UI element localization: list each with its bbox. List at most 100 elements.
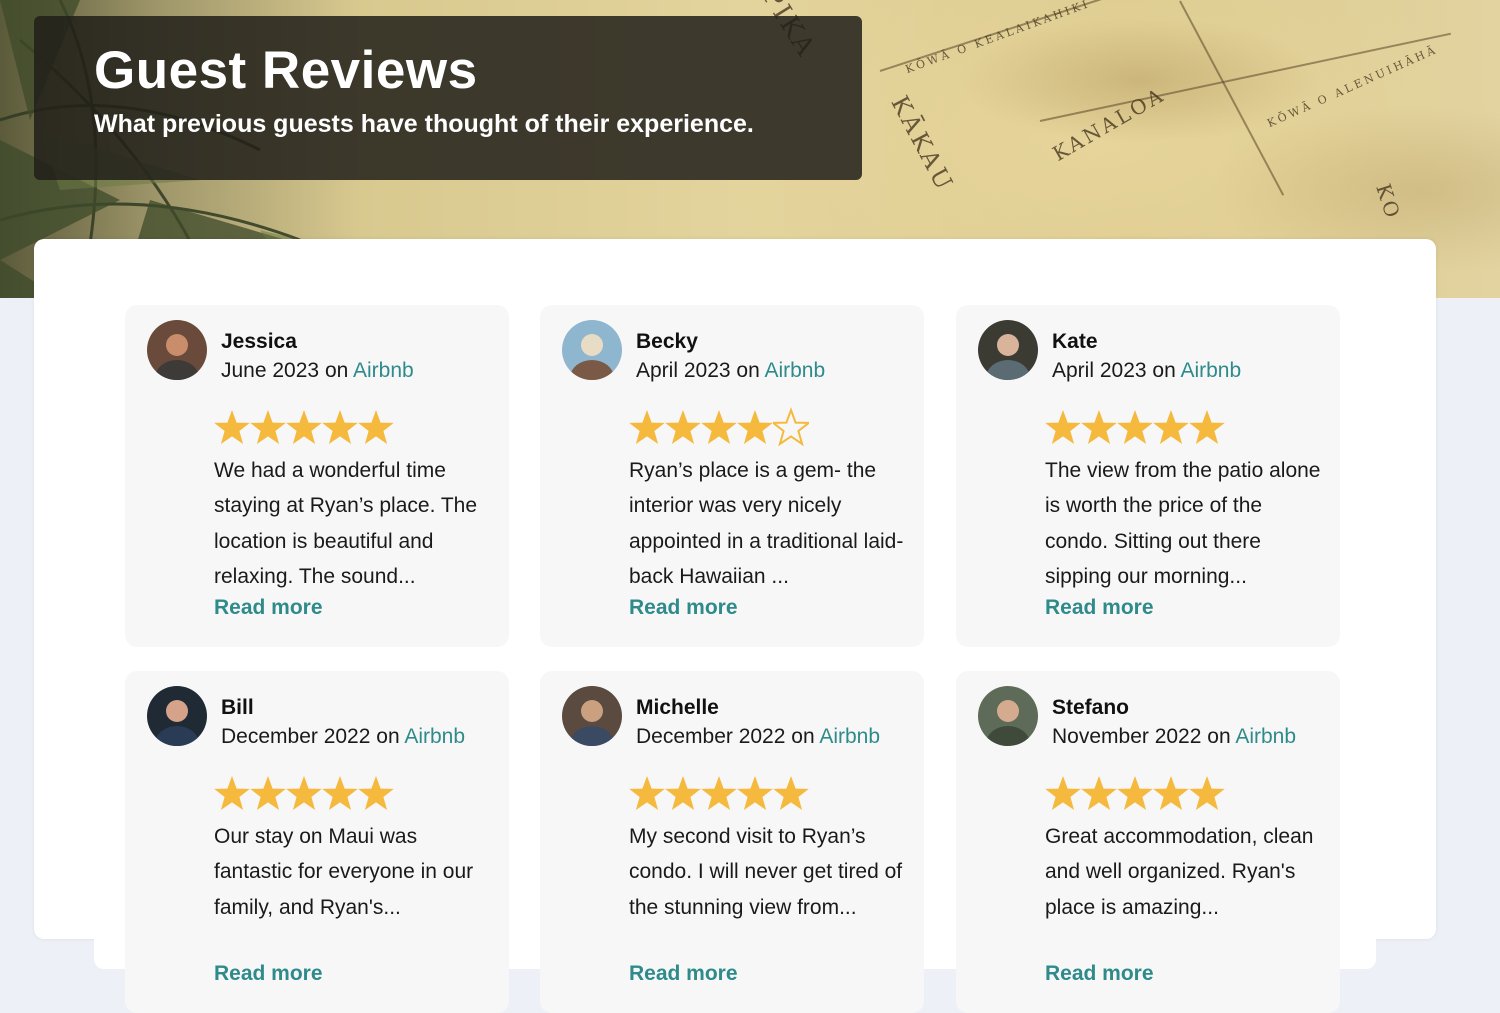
reviewer-name: Bill <box>221 696 254 719</box>
star-filled-icon <box>1081 410 1117 444</box>
star-filled-icon <box>358 410 394 444</box>
reviewer-name: Kate <box>1052 330 1098 353</box>
map-label: KĀKAU <box>885 91 960 197</box>
reviewer-avatar <box>147 320 207 380</box>
header-panel: Guest Reviews What previous guests have … <box>34 16 862 180</box>
star-filled-icon <box>629 776 665 810</box>
review-on-text: on <box>376 725 400 748</box>
star-rating <box>629 407 809 447</box>
review-date: June 2023 <box>221 359 320 382</box>
review-card: Kate April 2023 on Airbnb The view from … <box>956 305 1340 647</box>
read-more-link[interactable]: Read more <box>1045 962 1154 986</box>
read-more-link[interactable]: Read more <box>1045 596 1154 620</box>
avatar-photo-icon <box>147 320 207 380</box>
review-card: Jessica June 2023 on Airbnb We had a won… <box>125 305 509 647</box>
avatar-photo-icon <box>562 320 622 380</box>
star-filled-icon <box>701 776 737 810</box>
review-date: November 2022 <box>1052 725 1202 748</box>
reviews-grid: Jessica June 2023 on Airbnb We had a won… <box>94 269 1376 1013</box>
read-more-link[interactable]: Read more <box>214 962 323 986</box>
review-source-link[interactable]: Airbnb <box>404 725 465 748</box>
review-card: Becky April 2023 on Airbnb Ryan’s place … <box>540 305 924 647</box>
map-line <box>1179 0 1285 196</box>
review-text: We had a wonderful time staying at Ryan’… <box>214 459 478 588</box>
star-filled-icon <box>1081 776 1117 810</box>
review-source-link[interactable]: Airbnb <box>764 359 825 382</box>
star-filled-icon <box>1045 776 1081 810</box>
review-date: April 2023 <box>636 359 731 382</box>
reviewer-name: Becky <box>636 330 698 353</box>
star-filled-icon <box>250 410 286 444</box>
map-label: KANALOA <box>1048 82 1170 166</box>
reviewer-avatar <box>147 686 207 746</box>
star-filled-icon <box>737 776 773 810</box>
reviewer-name: Stefano <box>1052 696 1130 719</box>
star-filled-icon <box>1189 776 1225 810</box>
star-filled-icon <box>701 410 737 444</box>
star-filled-icon <box>286 776 322 810</box>
review-meta: April 2023 on Airbnb <box>636 359 825 383</box>
review-on-text: on <box>736 359 760 382</box>
review-card: Stefano November 2022 on Airbnb Great ac… <box>956 671 1340 1013</box>
star-filled-icon <box>322 410 358 444</box>
review-meta: December 2022 on Airbnb <box>221 725 465 749</box>
avatar-photo-icon <box>147 686 207 746</box>
map-label: KŌWĀ O ALENUIHĀHĀ <box>1265 42 1440 131</box>
page-title: Guest Reviews <box>94 41 478 100</box>
review-text: Great accommodation, clean and well orga… <box>1045 825 1314 919</box>
reviews-section: Jessica June 2023 on Airbnb We had a won… <box>34 239 1436 1013</box>
star-filled-icon <box>629 410 665 444</box>
review-on-text: on <box>324 359 349 382</box>
avatar-photo-icon <box>978 320 1038 380</box>
star-filled-icon <box>1045 410 1081 444</box>
read-more-link[interactable]: Read more <box>214 596 323 620</box>
review-source-link[interactable]: Airbnb <box>819 725 880 748</box>
star-filled-icon <box>250 776 286 810</box>
review-on-text: on <box>1207 725 1231 748</box>
avatar-photo-icon <box>978 686 1038 746</box>
review-date: December 2022 <box>636 725 786 748</box>
review-on-text: on <box>1152 359 1176 382</box>
review-source-link[interactable]: Airbnb <box>1180 359 1241 382</box>
review-card: Bill December 2022 on Airbnb Our stay on… <box>125 671 509 1013</box>
star-rating <box>214 773 394 813</box>
reviewer-avatar <box>978 686 1038 746</box>
review-meta: June 2023 on Airbnb <box>221 359 414 383</box>
star-filled-icon <box>773 776 809 810</box>
review-source-link[interactable]: Airbnb <box>1235 725 1296 748</box>
reviewer-avatar <box>978 320 1038 380</box>
star-filled-icon <box>322 776 358 810</box>
map-label: KŌWĀ O KEALAIKAHIKI <box>903 0 1092 77</box>
review-source-link[interactable]: Airbnb <box>353 359 414 382</box>
star-outline-icon <box>773 407 809 447</box>
star-filled-icon <box>1117 776 1153 810</box>
star-filled-icon <box>737 410 773 444</box>
star-rating <box>1045 773 1225 813</box>
star-filled-icon <box>665 776 701 810</box>
star-filled-icon <box>1189 410 1225 444</box>
star-filled-icon <box>1153 410 1189 444</box>
reviewer-avatar <box>562 320 622 380</box>
reviewer-name: Michelle <box>636 696 719 719</box>
star-filled-icon <box>358 776 394 810</box>
map-label: KO <box>1371 180 1406 224</box>
star-filled-icon <box>1117 410 1153 444</box>
review-text: Our stay on Maui was fantastic for every… <box>214 825 474 919</box>
review-card: Michelle December 2022 on Airbnb My seco… <box>540 671 924 1013</box>
map-line <box>1039 32 1452 122</box>
star-rating <box>214 407 394 447</box>
review-meta: December 2022 on Airbnb <box>636 725 880 749</box>
reviewer-avatar <box>562 686 622 746</box>
review-meta: November 2022 on Airbnb <box>1052 725 1296 749</box>
reviewer-name: Jessica <box>221 330 297 353</box>
star-rating <box>629 773 809 813</box>
review-text: Ryan’s place is a gem- the interior was … <box>629 459 904 588</box>
review-date: December 2022 <box>221 725 371 748</box>
avatar-photo-icon <box>562 686 622 746</box>
read-more-link[interactable]: Read more <box>629 962 738 986</box>
read-more-link[interactable]: Read more <box>629 596 738 620</box>
review-text: My second visit to Ryan’s condo. I will … <box>629 825 903 919</box>
star-filled-icon <box>286 410 322 444</box>
star-filled-icon <box>1153 776 1189 810</box>
review-text: The view from the patio alone is worth t… <box>1045 459 1321 588</box>
